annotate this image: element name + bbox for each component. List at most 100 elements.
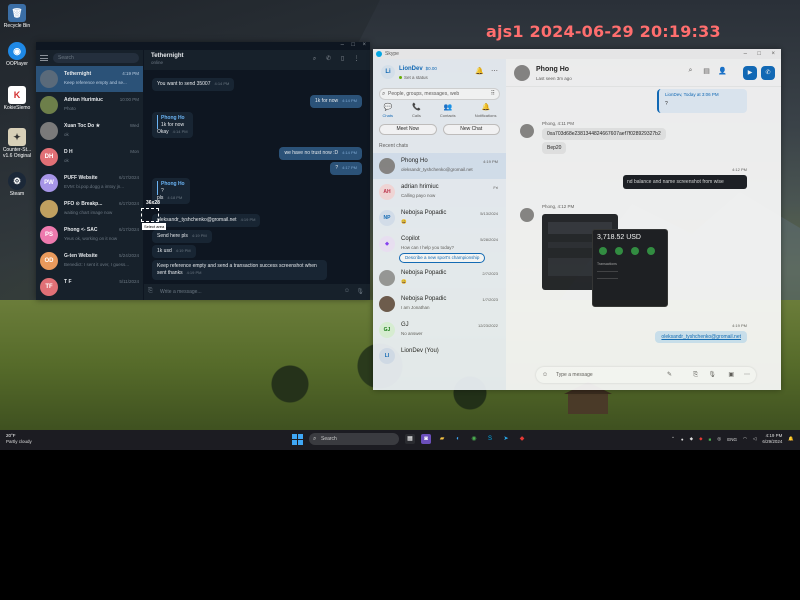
selection-tooltip: Select area [142, 223, 167, 230]
reply-quote[interactable]: Phong Ho? [157, 181, 185, 195]
maximize-icon[interactable]: □ [757, 49, 761, 59]
close-icon[interactable]: × [771, 49, 775, 59]
app-icon[interactable]: ◆ [517, 434, 527, 444]
skype-chat-item[interactable]: ◆ Copilot 5/28/2024 How can I help you toda… [373, 231, 506, 265]
skype-titlebar[interactable]: Skype – □ × [373, 49, 781, 59]
chrome-icon[interactable]: ◉ [469, 434, 479, 444]
notifications-icon[interactable]: 🔔 [475, 67, 484, 75]
skype-taskbar-icon[interactable]: S [485, 434, 495, 444]
dialpad-icon[interactable]: ⠿ [491, 89, 495, 100]
file-explorer-icon[interactable]: ▰ [437, 434, 447, 444]
attach-icon[interactable]: ⎘ [148, 288, 153, 295]
skype-nav-contacts[interactable]: 👥 Contacts [440, 104, 456, 118]
desktop-icon-recycle-bin[interactable]: 🗑 Recycle Bin [2, 4, 32, 29]
screen-selection-box[interactable] [141, 208, 159, 222]
skype-message-input[interactable]: ☺ Type a message ✎ ⎘ 🎙 ▣ ⋯ [536, 367, 756, 383]
desktop-icon-counter-strike[interactable]: ✦ Counter-St... v1.6 Original [2, 128, 32, 159]
skype-profile[interactable]: Li LionDev $0.00 Set a status 🔔 ⋯ [373, 59, 506, 85]
minimize-icon[interactable]: – [744, 49, 747, 59]
start-button[interactable] [292, 433, 303, 445]
video-call-button[interactable]: ▶ [743, 66, 757, 80]
new-chat-button[interactable]: New Chat [442, 124, 500, 135]
telegram-chat-item[interactable]: DH D H Mon ok [36, 144, 143, 170]
more-options-icon[interactable]: ⋯ [744, 367, 750, 383]
hamburger-menu-icon[interactable] [40, 55, 48, 61]
tray-app-icon[interactable]: ◆ [690, 436, 693, 442]
microphone-icon[interactable]: 🎙 [708, 367, 716, 383]
profile-status[interactable]: Set a status [399, 75, 428, 80]
search-icon[interactable]: ⌕ [686, 67, 695, 75]
skype-conversation-header[interactable]: Phong Ho Last seen 3m ago ⌕ ▤ 👤 ▶ ✆ [506, 59, 781, 87]
attach-file-icon[interactable]: ⎘ [693, 367, 698, 383]
desktop-icon-steam[interactable]: ⚙ Steam [2, 172, 32, 197]
telegram-conversation-header[interactable]: Tethernight online ⌕ ✆ ▯ ⋮ [144, 50, 370, 70]
tray-app-icon[interactable]: ● [681, 437, 684, 442]
emoji-icon[interactable]: ☺ [542, 367, 548, 383]
tray-app-icon[interactable]: ◆ [699, 436, 702, 442]
telegram-chat-item[interactable]: PS Phong <- SAC 6/17/2024 Yeus ok, working … [36, 222, 143, 248]
skype-chat-item[interactable]: Nebojsa Popadic 2/7/2023 😀 [373, 265, 506, 291]
skype-nav-chats[interactable]: 💬 Chats [383, 104, 393, 118]
clock[interactable]: 4:19 PM 6/29/2024 [762, 433, 782, 445]
skype-nav-notifications[interactable]: 🔔 Notifications [475, 104, 497, 118]
more-icon[interactable]: ⋯ [491, 67, 498, 75]
teams-icon[interactable]: ◙ [421, 434, 431, 444]
tray-app-icon[interactable]: ■ [709, 437, 712, 442]
avatar[interactable]: Li [381, 65, 395, 79]
image-attachment-balance[interactable]: 3,718.52 USD Transactions —————— —————— [592, 229, 668, 307]
skype-chat-item[interactable]: NP Nebojsa Popadic 5/13/2024 😀 [373, 205, 506, 231]
microphone-icon[interactable]: 🎙 [356, 288, 364, 295]
taskbar-search-input[interactable]: Search [309, 433, 399, 445]
skype-chat-item[interactable]: Nebojsa Popadic 1/7/2023 I am Jonathan [373, 291, 506, 317]
desktop-icon-k-app[interactable]: K KokieSlemo [2, 86, 32, 111]
chevron-up-icon[interactable]: ⌃ [671, 436, 675, 442]
message-outgoing-link[interactable]: oleksandr_tyshchenko@gromail.net [655, 331, 747, 343]
more-icon[interactable]: ⋮ [353, 56, 360, 63]
skype-window[interactable]: Skype – □ × Li LionDev $0.00 Set a status… [373, 49, 781, 390]
weather-widget[interactable]: 20°F Partly cloudy [6, 433, 32, 445]
maximize-icon[interactable]: □ [351, 42, 355, 48]
skype-search-input[interactable]: ⌕ People, groups, messages, web ⠿ [379, 88, 500, 100]
media-icon[interactable]: ▣ [728, 367, 734, 383]
gallery-icon[interactable]: ▤ [702, 67, 711, 75]
meet-now-button[interactable]: Meet Now [379, 124, 437, 135]
sidebar-toggle-icon[interactable]: ▯ [339, 56, 346, 63]
telegram-chat-item[interactable]: Adrian Hurimiuc 10:00 PM Photo [36, 92, 143, 118]
phone-icon[interactable]: ✆ [325, 56, 332, 63]
skype-chat-item[interactable]: Phong Ho 4:19 PM oleksandr_tyshchenko@grom… [373, 153, 506, 179]
edge-icon[interactable]: ◐ [453, 434, 463, 444]
reply-quote[interactable]: Phong Ho 1k for now [157, 115, 188, 129]
avatar[interactable] [514, 65, 530, 81]
volume-icon[interactable]: ◁ [753, 436, 756, 442]
desktop-icon-ooplayer[interactable]: ◉ OOPlayer [2, 42, 32, 67]
telegram-titlebar[interactable]: – □ × [36, 42, 370, 50]
add-person-icon[interactable]: 👤 [718, 67, 727, 75]
telegram-taskbar-icon[interactable]: ➤ [501, 434, 511, 444]
telegram-chat-item[interactable]: OD G-ten Website 5/24/2024 Benedict: I sent… [36, 248, 143, 274]
tray-app-icon[interactable]: ◎ [717, 436, 721, 442]
telegram-window[interactable]: – □ × Search Tethernight 4:19 PM Keep refe… [36, 42, 370, 300]
telegram-chat-item[interactable]: Xuan Toc Do ★ Wed ok [36, 118, 143, 144]
telegram-chat-item[interactable]: TF T F 5/11/2024 [36, 274, 143, 300]
audio-call-button[interactable]: ✆ [761, 66, 775, 80]
language-indicator[interactable]: ENG [727, 437, 737, 442]
skype-nav-calls[interactable]: 📞 Calls [412, 104, 421, 118]
skype-chat-item[interactable]: GJ GJ 12/23/2022 No answer [373, 317, 506, 343]
telegram-chat-item[interactable]: PFO ⊙ Breakp... 6/17/2024 waiting chart im… [36, 196, 143, 222]
format-icon[interactable]: ✎ [667, 367, 672, 383]
notification-bell-icon[interactable]: 🔔 [788, 436, 794, 442]
telegram-search-input[interactable]: Search [53, 53, 139, 63]
wifi-icon[interactable]: ◠ [743, 436, 747, 442]
skype-chat-item[interactable]: LI LionDev (You) [373, 343, 506, 369]
skype-chat-item[interactable]: AH adrian hrimiuc Fri Calling payo now [373, 179, 506, 205]
recent-chats-label[interactable]: Recent chats [373, 135, 506, 153]
task-view-icon[interactable]: ▦ [405, 434, 415, 444]
search-icon[interactable]: ⌕ [311, 56, 318, 63]
minimize-icon[interactable]: – [341, 42, 344, 48]
telegram-chat-item[interactable]: Tethernight 4:19 PM Keep reference empty a… [36, 66, 143, 92]
emoji-icon[interactable]: ☺ [344, 288, 350, 294]
telegram-message-input[interactable]: ⎘ Write a message... ☺ 🎙 [144, 284, 370, 300]
telegram-chat-item[interactable]: PW PUFF Website 6/17/2024 EVM: bi.pop.dogg … [36, 170, 143, 196]
copilot-suggestion-button[interactable]: Describe a new sport's championship [399, 253, 486, 263]
close-icon[interactable]: × [362, 42, 366, 48]
